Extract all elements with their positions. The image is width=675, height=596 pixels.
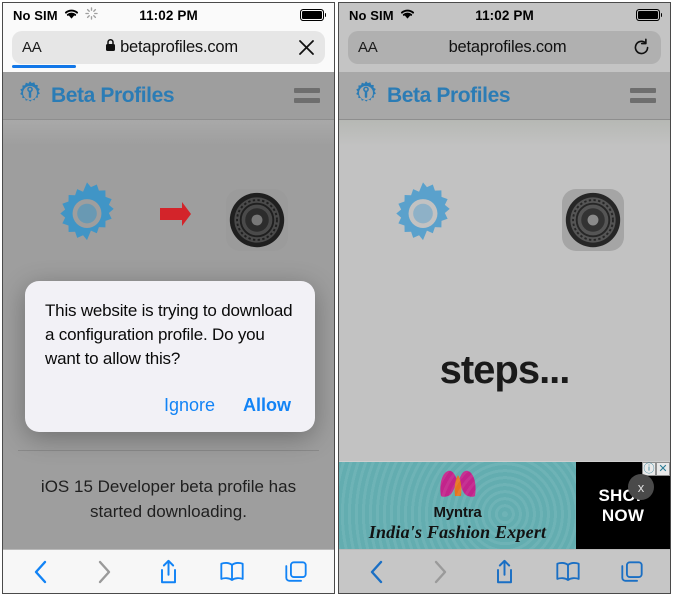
forward-icon [417, 555, 465, 589]
bookmarks-icon[interactable] [544, 555, 592, 589]
phone-screen-right: No SIM 11:02 PM AA betaprofiles.com Beta… [338, 2, 671, 594]
alert-actions-left: Ignore Allow [45, 395, 295, 420]
red-arrow-icon [158, 202, 192, 237]
safari-address-bar-right: AA betaprofiles.com [339, 27, 670, 72]
address-field-right[interactable]: AA betaprofiles.com [348, 31, 661, 64]
lock-icon [105, 38, 116, 57]
activity-spinner-icon [84, 7, 98, 23]
page-body-left: steps... iOS 15 Developer beta profile h… [3, 120, 334, 549]
ad-dismiss-button[interactable]: x [628, 474, 654, 500]
blue-gear-icon [50, 180, 124, 259]
aa-label: AA [358, 39, 378, 56]
ad-close-icon[interactable]: ✕ [656, 462, 670, 476]
page-load-progress-bar [12, 65, 76, 68]
safari-toolbar-right [339, 549, 670, 593]
site-brand-right[interactable]: Beta Profiles [353, 80, 511, 111]
text-size-aa-button[interactable]: AA [22, 39, 56, 56]
settings-app-icon [225, 188, 288, 251]
text-size-aa-button[interactable]: AA [358, 39, 392, 56]
status-bar-right: No SIM 11:02 PM [339, 3, 670, 27]
back-icon[interactable] [353, 555, 401, 589]
screenshot-root: No SIM 11:02 PM AA betaprofiles.com Beta… [0, 0, 675, 596]
share-icon[interactable] [144, 555, 192, 589]
ad-brand-name: Myntra [433, 504, 482, 521]
download-status-text: iOS 15 Developer beta profile has starte… [40, 477, 297, 521]
download-confirm-alert: This website is trying to download a con… [25, 281, 315, 433]
hamburger-menu-icon[interactable] [294, 88, 320, 103]
aa-label: AA [22, 39, 42, 56]
gear-wrench-logo-icon [353, 80, 379, 111]
status-bar-left: No SIM 11:02 PM [3, 3, 334, 27]
carrier-label: No SIM [13, 7, 58, 23]
safari-address-bar-left: AA betaprofiles.com [3, 27, 334, 72]
url-text: betaprofiles.com [120, 38, 238, 56]
phone-screen-left: No SIM 11:02 PM AA betaprofiles.com Beta… [2, 2, 335, 594]
site-header-right: Beta Profiles [339, 72, 670, 120]
carrier-label-right: No SIM [349, 7, 394, 23]
settings-app-icon [561, 188, 624, 251]
bookmarks-icon[interactable] [208, 555, 256, 589]
status-right-group [300, 9, 327, 21]
brand-name-right: Beta Profiles [387, 83, 511, 107]
alert-message-left: This website is trying to download a con… [45, 301, 293, 369]
ad-tagline: India's Fashion Expert [368, 522, 547, 542]
ad-choices-badges: ⓘ ✕ [642, 462, 670, 476]
page-top-gradient [3, 120, 334, 146]
ignore-button[interactable]: Ignore [164, 395, 215, 416]
wifi-icon [399, 7, 416, 23]
reload-icon[interactable] [623, 38, 651, 57]
page-heading-right: steps... [439, 348, 571, 392]
address-center-right: betaprofiles.com [392, 38, 623, 57]
gear-wrench-logo-icon [17, 80, 43, 111]
tabs-icon[interactable] [608, 555, 656, 589]
page-body-right: steps... Profile Downloaded Review the p… [339, 120, 670, 549]
safari-toolbar-left [3, 549, 334, 593]
site-header-left: Beta Profiles [3, 72, 334, 120]
tabs-icon[interactable] [272, 555, 320, 589]
forward-icon [81, 555, 129, 589]
status-left-group-right: No SIM [349, 7, 416, 23]
url-text: betaprofiles.com [448, 38, 567, 56]
battery-icon [636, 9, 663, 21]
ad-creative[interactable]: Myntra India's Fashion Expert [339, 462, 576, 549]
allow-button[interactable]: Allow [243, 395, 291, 416]
background-app-icons-left [3, 180, 334, 259]
battery-icon [300, 9, 327, 21]
status-right-group-right [636, 9, 663, 21]
close-x-icon[interactable] [287, 39, 315, 56]
back-icon[interactable] [17, 555, 65, 589]
ad-cta-line2: NOW [601, 505, 645, 525]
wifi-icon [63, 7, 80, 23]
background-app-icons-right [339, 180, 670, 259]
brand-name-left: Beta Profiles [51, 83, 175, 107]
horizontal-divider [18, 450, 319, 451]
status-left-group: No SIM [13, 7, 98, 23]
address-center: betaprofiles.com [56, 38, 287, 57]
page-top-gradient [339, 120, 670, 146]
ad-banner[interactable]: Myntra India's Fashion Expert SHOP NOW ⓘ… [339, 461, 670, 549]
address-field-left[interactable]: AA betaprofiles.com [12, 31, 325, 64]
hamburger-menu-icon[interactable] [630, 88, 656, 103]
blue-gear-icon [386, 180, 460, 259]
myntra-logo-icon [437, 468, 479, 503]
site-brand-left[interactable]: Beta Profiles [17, 80, 175, 111]
share-icon[interactable] [480, 555, 528, 589]
